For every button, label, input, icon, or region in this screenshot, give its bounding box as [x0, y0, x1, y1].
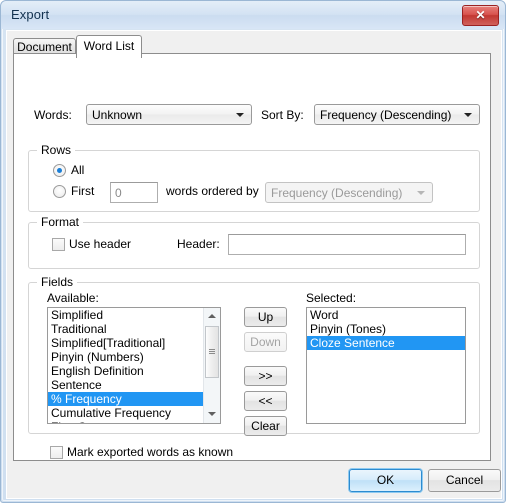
fields-group: Fields Available: Simplified Traditional S…: [28, 275, 480, 436]
sort-by-combobox[interactable]: Frequency (Descending): [314, 104, 480, 125]
down-button: Down: [244, 332, 287, 352]
export-dialog-window: Export ✕ Document Word List Words: Unkno…: [0, 0, 506, 503]
available-items: Simplified Traditional Simplified[Traditio…: [48, 308, 220, 423]
format-group-title: Format: [37, 215, 84, 229]
tab-word-list[interactable]: Word List: [76, 35, 142, 58]
available-list-item[interactable]: First Occurence: [48, 420, 220, 423]
use-header-checkbox[interactable]: [52, 238, 65, 251]
selected-list-item[interactable]: Word: [307, 308, 465, 322]
first-count-input[interactable]: 0: [110, 182, 158, 203]
radio-all[interactable]: [53, 164, 66, 177]
rows-group: Rows All First 0 words ordered by Freque…: [28, 143, 480, 212]
mark-known-checkbox[interactable]: [50, 446, 63, 459]
remove-field-button[interactable]: <<: [244, 391, 287, 411]
scroll-down-icon[interactable]: [204, 406, 220, 423]
selected-list-item[interactable]: Cloze Sentence: [307, 336, 465, 350]
available-list-item[interactable]: Simplified: [48, 308, 220, 322]
header-input[interactable]: [228, 234, 466, 255]
tab-panel-word-list: Words: Unknown Sort By: Frequency (Desce…: [13, 53, 491, 461]
scrollbar-thumb[interactable]: [205, 326, 219, 378]
close-button[interactable]: ✕: [462, 5, 499, 26]
available-listbox[interactable]: Simplified Traditional Simplified[Traditio…: [47, 307, 221, 424]
cancel-button[interactable]: Cancel: [428, 469, 501, 492]
grip-icon: [209, 349, 215, 355]
words-label: Words:: [34, 108, 72, 122]
close-icon: ✕: [475, 8, 486, 22]
mark-known-label: Mark exported words as known: [67, 445, 234, 459]
ok-button[interactable]: OK: [349, 469, 422, 492]
selected-list-item[interactable]: Pinyin (Tones): [307, 322, 465, 336]
fields-group-title: Fields: [37, 275, 78, 289]
chevron-down-icon: [236, 113, 244, 117]
sort-by-label: Sort By:: [261, 108, 304, 122]
available-list-item[interactable]: Simplified[Traditional]: [48, 336, 220, 350]
available-list-item[interactable]: % Frequency: [48, 392, 220, 406]
header-label: Header:: [177, 237, 220, 251]
words-ordered-by-label: words ordered by: [166, 184, 259, 198]
radio-first-label: First: [71, 184, 95, 198]
available-label: Available:: [47, 291, 99, 305]
radio-first[interactable]: [53, 185, 66, 198]
add-field-button[interactable]: >>: [244, 366, 287, 386]
format-group: Format Use header Header:: [28, 215, 480, 269]
selected-items: Word Pinyin (Tones) Cloze Sentence: [307, 308, 465, 350]
use-header-label: Use header: [69, 237, 132, 251]
up-button[interactable]: Up: [244, 307, 287, 327]
selected-listbox[interactable]: Word Pinyin (Tones) Cloze Sentence: [306, 307, 466, 424]
words-combobox-value: Unknown: [92, 108, 143, 122]
selected-label: Selected:: [306, 291, 357, 305]
first-count-value: 0: [115, 186, 122, 200]
available-list-item[interactable]: Traditional: [48, 322, 220, 336]
available-list-item[interactable]: Pinyin (Numbers): [48, 350, 220, 364]
rows-group-title: Rows: [37, 143, 76, 157]
words-combobox[interactable]: Unknown: [86, 104, 252, 125]
chevron-down-icon: [417, 191, 425, 195]
dialog-client-area: Document Word List Words: Unknown Sort B…: [6, 30, 502, 499]
clear-fields-button[interactable]: Clear: [244, 416, 287, 436]
ordered-by-combobox[interactable]: Frequency (Descending): [265, 182, 433, 203]
ordered-by-combobox-value: Frequency (Descending): [271, 186, 403, 200]
available-list-item[interactable]: English Definition: [48, 364, 220, 378]
available-list-item[interactable]: Sentence: [48, 378, 220, 392]
window-title: Export: [11, 7, 50, 22]
available-scrollbar[interactable]: [203, 308, 220, 423]
title-bar: Export ✕: [1, 1, 505, 29]
chevron-down-icon: [464, 113, 472, 117]
radio-all-label: All: [71, 163, 85, 177]
available-list-item[interactable]: Cumulative Frequency: [48, 406, 220, 420]
scroll-up-icon[interactable]: [204, 308, 220, 325]
sort-by-combobox-value: Frequency (Descending): [320, 108, 452, 122]
